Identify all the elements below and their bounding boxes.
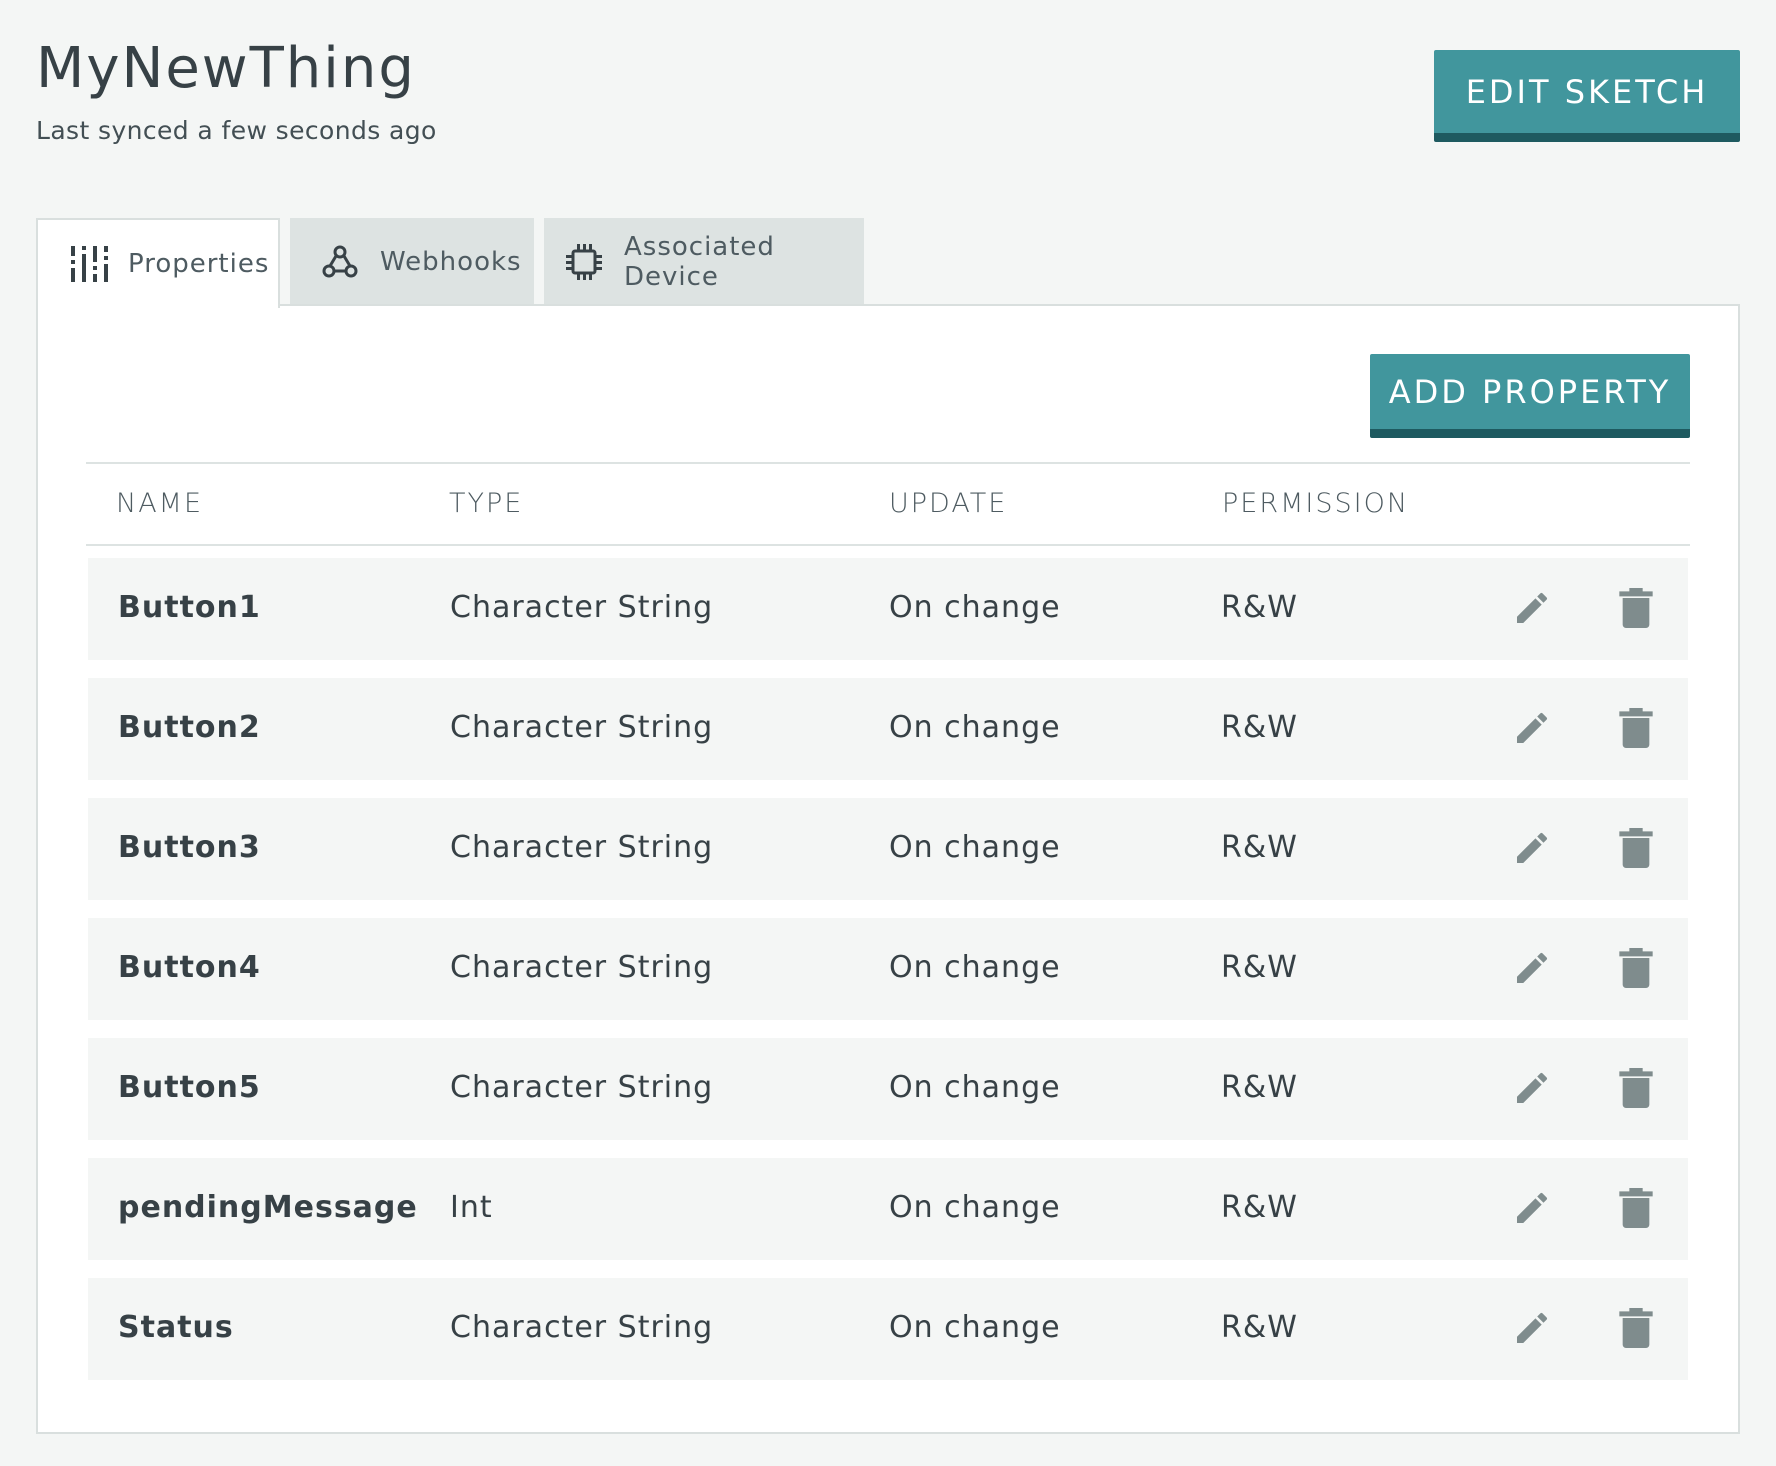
delete-trash-icon[interactable] bbox=[1612, 584, 1660, 632]
column-header-update: UPDATE bbox=[889, 488, 1008, 519]
property-type: Character String bbox=[450, 590, 714, 625]
thing-page: MyNewThing Last synced a few seconds ago… bbox=[0, 0, 1776, 1466]
property-permission: R&W bbox=[1221, 1310, 1298, 1345]
property-type: Int bbox=[450, 1190, 493, 1225]
property-update: On change bbox=[889, 590, 1061, 625]
property-permission: R&W bbox=[1221, 830, 1298, 865]
add-property-button[interactable]: ADD PROPERTY bbox=[1370, 354, 1690, 438]
table-header: NAME TYPE UPDATE PERMISSION bbox=[86, 462, 1690, 546]
property-type: Character String bbox=[450, 710, 714, 745]
delete-trash-icon[interactable] bbox=[1612, 944, 1660, 992]
property-type: Character String bbox=[450, 1070, 714, 1105]
property-name: Button4 bbox=[118, 950, 261, 985]
tab-webhooks[interactable]: Webhooks bbox=[290, 218, 534, 305]
edit-pencil-icon[interactable] bbox=[1508, 1064, 1556, 1112]
property-name: Button2 bbox=[118, 710, 261, 745]
table-row: Button1 Character String On change R&W bbox=[88, 558, 1688, 660]
delete-trash-icon[interactable] bbox=[1612, 1304, 1660, 1352]
property-update: On change bbox=[889, 950, 1061, 985]
property-name: Status bbox=[118, 1310, 234, 1345]
edit-pencil-icon[interactable] bbox=[1508, 824, 1556, 872]
column-header-name: NAME bbox=[116, 488, 204, 519]
property-permission: R&W bbox=[1221, 590, 1298, 625]
sync-status: Last synced a few seconds ago bbox=[36, 116, 437, 145]
property-update: On change bbox=[889, 830, 1061, 865]
tab-webhooks-label: Webhooks bbox=[380, 246, 522, 277]
edit-sketch-button[interactable]: EDIT SKETCH bbox=[1434, 50, 1740, 142]
table-row: Button3 Character String On change R&W bbox=[88, 798, 1688, 900]
delete-trash-icon[interactable] bbox=[1612, 704, 1660, 752]
delete-trash-icon[interactable] bbox=[1612, 1184, 1660, 1232]
property-type: Character String bbox=[450, 830, 714, 865]
column-header-permission: PERMISSION bbox=[1222, 488, 1410, 519]
webhook-icon bbox=[320, 242, 360, 282]
property-permission: R&W bbox=[1221, 1190, 1298, 1225]
edit-pencil-icon[interactable] bbox=[1508, 1184, 1556, 1232]
edit-pencil-icon[interactable] bbox=[1508, 1304, 1556, 1352]
delete-trash-icon[interactable] bbox=[1612, 824, 1660, 872]
property-update: On change bbox=[889, 1190, 1061, 1225]
property-permission: R&W bbox=[1221, 1070, 1298, 1105]
table-row: Button2 Character String On change R&W bbox=[88, 678, 1688, 780]
table-row: Button5 Character String On change R&W bbox=[88, 1038, 1688, 1140]
edit-pencil-icon[interactable] bbox=[1508, 944, 1556, 992]
property-update: On change bbox=[889, 710, 1061, 745]
property-update: On change bbox=[889, 1310, 1061, 1345]
page-title: MyNewThing bbox=[36, 36, 416, 101]
tab-properties-label: Properties bbox=[128, 249, 270, 279]
table-row: Status Character String On change R&W bbox=[88, 1278, 1688, 1380]
column-header-type: TYPE bbox=[449, 488, 524, 519]
chip-icon bbox=[564, 242, 604, 282]
property-name: Button5 bbox=[118, 1070, 261, 1105]
property-permission: R&W bbox=[1221, 950, 1298, 985]
edit-pencil-icon[interactable] bbox=[1508, 704, 1556, 752]
tab-associated-device-label: Associated Device bbox=[624, 231, 775, 292]
sliders-icon bbox=[68, 244, 108, 284]
delete-trash-icon[interactable] bbox=[1612, 1064, 1660, 1112]
property-name: pendingMessage bbox=[118, 1190, 418, 1225]
property-name: Button1 bbox=[118, 590, 261, 625]
edit-pencil-icon[interactable] bbox=[1508, 584, 1556, 632]
property-type: Character String bbox=[450, 1310, 714, 1345]
property-permission: R&W bbox=[1221, 710, 1298, 745]
property-update: On change bbox=[889, 1070, 1061, 1105]
property-type: Character String bbox=[450, 950, 714, 985]
table-row: Button4 Character String On change R&W bbox=[88, 918, 1688, 1020]
table-row: pendingMessage Int On change R&W bbox=[88, 1158, 1688, 1260]
property-name: Button3 bbox=[118, 830, 261, 865]
tab-properties[interactable]: Properties bbox=[36, 218, 280, 308]
tab-associated-device[interactable]: Associated Device bbox=[544, 218, 864, 305]
